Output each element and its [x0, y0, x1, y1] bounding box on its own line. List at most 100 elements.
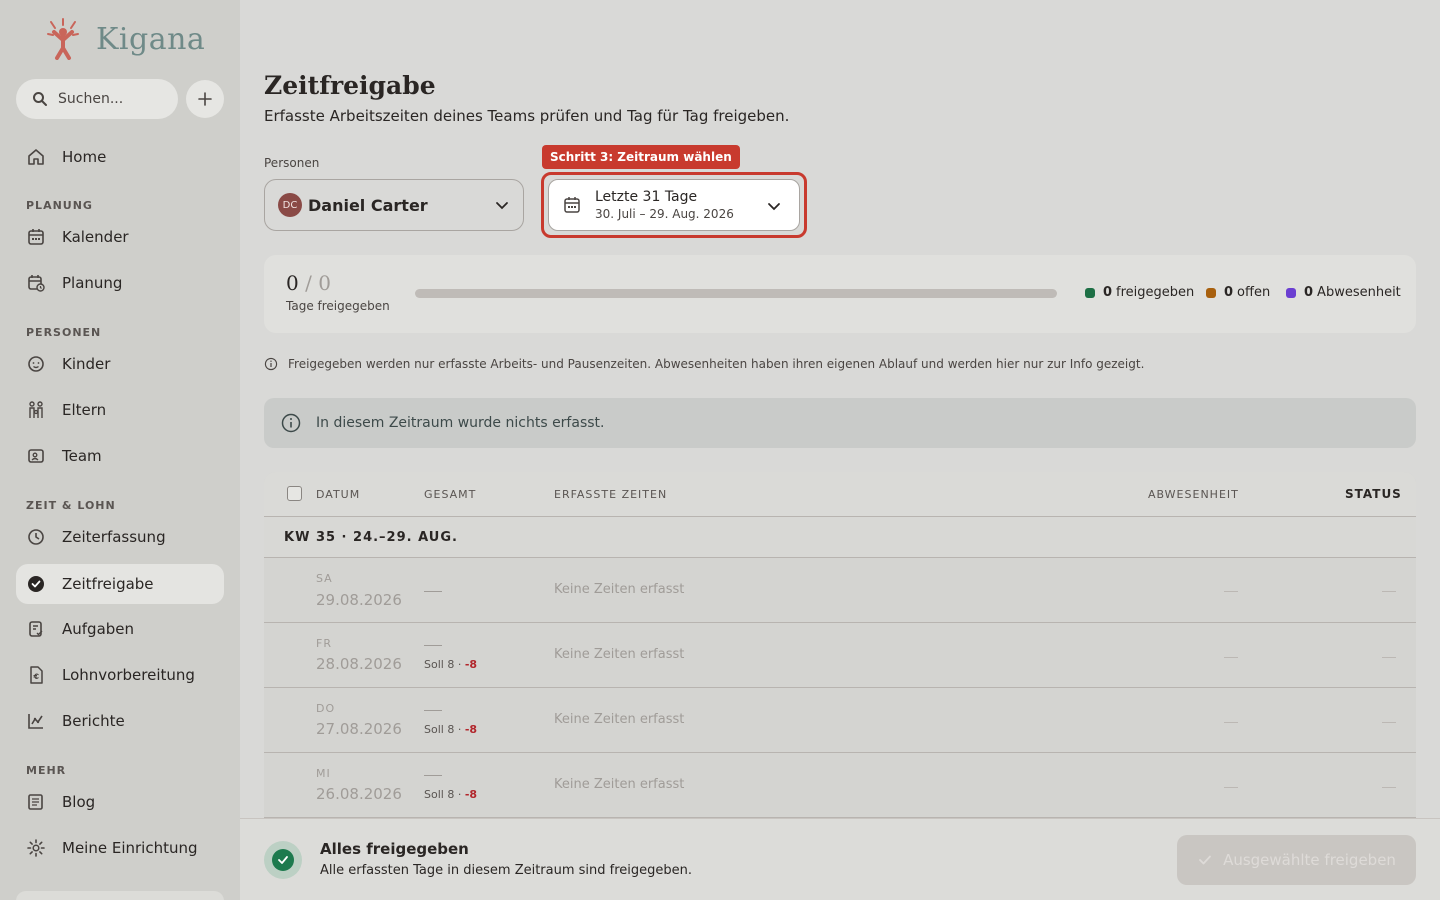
legend-dot	[1206, 287, 1216, 298]
approve-selected-button[interactable]: Ausgewählte freigeben	[1177, 835, 1416, 885]
col-erfasste[interactable]: ERFASSTE ZEITEN	[554, 488, 667, 501]
sidebar: Kigana Suchen... Home PLANUNG Kalender P…	[0, 0, 240, 900]
absence-dash	[1224, 787, 1238, 788]
absence-dash	[1224, 657, 1238, 658]
sidebar-item-planung[interactable]: Planung	[16, 263, 224, 303]
col-status[interactable]: STATUS	[1345, 487, 1402, 501]
sidebar-item-aufgaben[interactable]: Aufgaben	[16, 609, 224, 649]
gear-icon	[26, 838, 46, 858]
time-table: DATUM GESAMT ERFASSTE ZEITEN ABWESENHEIT…	[264, 472, 1416, 832]
entries-text: Keine Zeiten erfasst	[554, 777, 685, 792]
soll-label: Soll 8 ·	[424, 788, 465, 801]
legend-label: Abwesenheit	[1317, 285, 1401, 300]
sidebar-item-home[interactable]: Home	[16, 137, 224, 177]
range-text: Letzte 31 Tage 30. Juli – 29. Aug. 2026	[595, 189, 734, 221]
total-dash	[424, 775, 442, 776]
section-zeit-lohn: ZEIT & LOHN	[26, 499, 116, 512]
search-input[interactable]: Suchen...	[16, 79, 178, 119]
info-icon	[264, 357, 278, 371]
weekday: SA	[316, 572, 333, 585]
table-row[interactable]: SA 29.08.2026 Keine Zeiten erfasst	[264, 558, 1416, 623]
soll-diff: -8	[464, 658, 478, 671]
table-header: DATUM GESAMT ERFASSTE ZEITEN ABWESENHEIT…	[264, 472, 1416, 517]
sidebar-item-label: Kinder	[62, 355, 111, 373]
newspaper-icon	[26, 792, 46, 812]
progress-card: 0 / 0 Tage freigegeben 0 freigegeben 0 o…	[264, 255, 1416, 333]
logo-icon	[47, 18, 79, 60]
legend-abwesenheit: 0 Abwesenheit	[1286, 285, 1401, 300]
status-dash	[1382, 657, 1396, 658]
sidebar-item-blog[interactable]: Blog	[16, 782, 224, 822]
week-label: KW 35 · 24.–29. AUG.	[284, 530, 458, 545]
total-dash	[424, 591, 442, 592]
sidebar-item-team[interactable]: Team	[16, 436, 224, 476]
status-dash	[1382, 591, 1396, 592]
legend-count: 0	[1224, 285, 1234, 300]
sidebar-item-berichte[interactable]: Berichte	[16, 701, 224, 741]
empty-alert: In diesem Zeitraum wurde nichts erfasst.	[264, 398, 1416, 448]
logo-text: Kigana	[96, 21, 206, 57]
range-dates: 30. Juli – 29. Aug. 2026	[595, 207, 734, 221]
table-row[interactable]: MI 26.08.2026 Soll 8 · -8 Keine Zeiten e…	[264, 753, 1416, 818]
sidebar-item-label: Home	[62, 148, 107, 166]
soll-diff: -8	[464, 788, 478, 801]
approved-number: 0	[286, 271, 299, 295]
date-range-select[interactable]: Letzte 31 Tage 30. Juli – 29. Aug. 2026	[548, 179, 800, 231]
select-all-checkbox[interactable]	[287, 486, 302, 501]
page-title: Zeitfreigabe	[264, 71, 436, 100]
absence-dash	[1224, 722, 1238, 723]
sidebar-item-label: Zeitfreigabe	[62, 575, 154, 593]
approve-button-label: Ausgewählte freigeben	[1223, 851, 1396, 869]
legend-label: offen	[1237, 285, 1271, 300]
legend-freigegeben: 0 freigegeben	[1085, 285, 1194, 300]
sidebar-item-label: Aufgaben	[62, 620, 135, 638]
add-button[interactable]	[186, 80, 224, 118]
logo[interactable]: Kigana	[46, 18, 205, 60]
col-gesamt[interactable]: GESAMT	[424, 488, 476, 501]
calendar-icon	[564, 197, 580, 213]
soll-label: Soll 8 ·	[424, 723, 465, 736]
table-row[interactable]: DO 27.08.2026 Soll 8 · -8 Keine Zeiten e…	[264, 688, 1416, 753]
col-abwesenheit[interactable]: ABWESENHEIT	[1148, 488, 1239, 501]
sidebar-item-zeitfreigabe[interactable]: Zeitfreigabe	[16, 564, 224, 604]
info-hint: Freigegeben werden nur erfasste Arbeits-…	[264, 357, 1144, 371]
sidebar-item-zeiterfassung[interactable]: Zeiterfassung	[16, 517, 224, 557]
col-datum[interactable]: DATUM	[316, 488, 360, 501]
sidebar-item-label: Kalender	[62, 228, 129, 246]
search-placeholder: Suchen...	[58, 91, 124, 107]
legend-count: 0	[1103, 285, 1113, 300]
empty-alert-text: In diesem Zeitraum wurde nichts erfasst.	[316, 415, 605, 431]
sidebar-item-kinder[interactable]: Kinder	[16, 344, 224, 384]
sidebar-item-eltern[interactable]: Eltern	[16, 390, 224, 430]
baby-face-icon	[26, 354, 46, 374]
table-row[interactable]: FR 28.08.2026 Soll 8 · -8 Keine Zeiten e…	[264, 623, 1416, 688]
home-icon	[26, 147, 46, 167]
family-icon	[26, 400, 46, 420]
task-icon	[26, 619, 46, 639]
entries-text: Keine Zeiten erfasst	[554, 582, 685, 597]
date: 28.08.2026	[316, 655, 402, 673]
sidebar-item-einrichtung[interactable]: Meine Einrichtung	[16, 828, 224, 868]
success-icon	[264, 841, 302, 879]
total-number: 0	[318, 271, 331, 295]
legend-dot	[1286, 287, 1296, 298]
weekday: FR	[316, 637, 332, 650]
legend-count: 0	[1304, 285, 1314, 300]
id-badge-icon	[26, 446, 46, 466]
sidebar-user-card[interactable]	[16, 891, 224, 900]
sidebar-item-label: Zeiterfassung	[62, 528, 166, 546]
avatar: DC	[278, 193, 302, 217]
sidebar-item-kalender[interactable]: Kalender	[16, 217, 224, 257]
week-group-row: KW 35 · 24.–29. AUG.	[264, 517, 1416, 558]
legend-offen: 0 offen	[1206, 285, 1270, 300]
soll-text: Soll 8 · -8	[424, 658, 477, 671]
sidebar-item-lohnvorbereitung[interactable]: Lohnvorbereitung	[16, 655, 224, 695]
entries-text: Keine Zeiten erfasst	[554, 647, 685, 662]
invoice-euro-icon	[26, 665, 46, 685]
person-select[interactable]: DC Daniel Carter	[264, 179, 524, 231]
calendar-clock-icon	[26, 273, 46, 293]
step-badge: Schritt 3: Zeitraum wählen	[542, 145, 740, 169]
info-text: Freigegeben werden nur erfasste Arbeits-…	[288, 357, 1145, 371]
sidebar-item-label: Eltern	[62, 401, 107, 419]
footer-description: Alle erfassten Tage in diesem Zeitraum s…	[320, 863, 693, 878]
